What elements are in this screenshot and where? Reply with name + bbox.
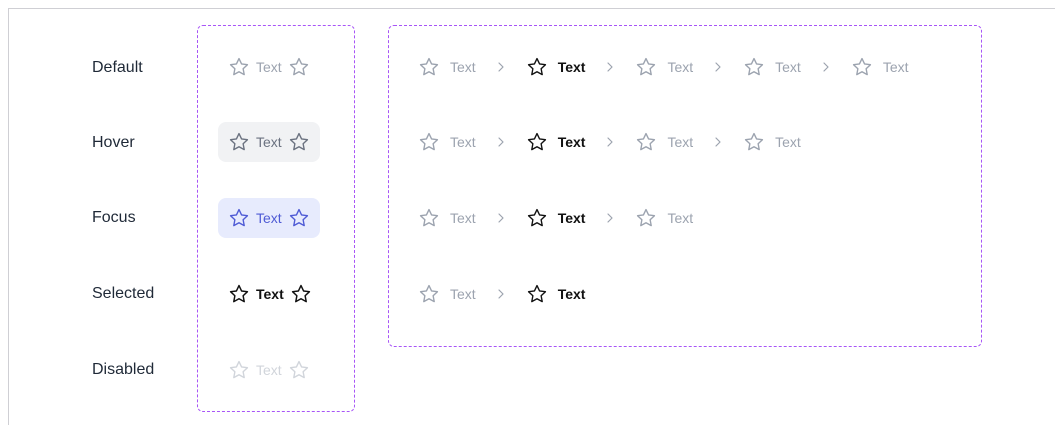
breadcrumb-trail-2: Text Text Text Text bbox=[418, 127, 801, 157]
star-icon bbox=[635, 207, 657, 229]
star-icon bbox=[743, 56, 765, 78]
star-icon bbox=[288, 56, 310, 78]
breadcrumb-item-label: Text bbox=[667, 134, 694, 150]
star-icon bbox=[635, 131, 657, 153]
star-icon bbox=[288, 207, 310, 229]
breadcrumb-trail-3: Text Text Text bbox=[418, 203, 693, 233]
star-icon bbox=[228, 283, 250, 305]
breadcrumb-item[interactable]: Text bbox=[418, 56, 476, 78]
star-icon bbox=[526, 56, 548, 78]
star-icon bbox=[526, 283, 548, 305]
chevron-right-icon bbox=[703, 61, 733, 73]
breadcrumb-item-label: Text bbox=[775, 134, 801, 150]
breadcrumb-item[interactable]: Text bbox=[635, 131, 693, 153]
star-icon bbox=[851, 56, 873, 78]
breadcrumb-item[interactable]: Text bbox=[743, 56, 801, 78]
breadcrumb-item[interactable]: Text bbox=[418, 207, 476, 229]
breadcrumb-trail-4: Text Text bbox=[418, 279, 585, 309]
state-label-focus: Focus bbox=[92, 209, 136, 226]
breadcrumb-item-hover[interactable]: Text bbox=[218, 122, 320, 162]
breadcrumb-item-focus[interactable]: Text bbox=[218, 198, 320, 238]
breadcrumb-item[interactable]: Text bbox=[635, 207, 693, 229]
state-label-selected: Selected bbox=[92, 285, 155, 302]
breadcrumb-item-label: Text bbox=[557, 286, 586, 302]
breadcrumb-item-label: Text bbox=[450, 210, 476, 226]
breadcrumb-item-disabled: Text bbox=[218, 350, 320, 390]
chevron-right-icon bbox=[486, 288, 516, 300]
star-icon bbox=[418, 283, 440, 305]
breadcrumb-item-label: Text bbox=[557, 59, 586, 75]
breadcrumb-item-current[interactable]: Text bbox=[526, 283, 586, 305]
star-icon bbox=[526, 207, 548, 229]
state-label-default: Default bbox=[92, 59, 143, 76]
breadcrumb-item[interactable]: Text bbox=[635, 56, 693, 78]
chevron-right-icon bbox=[595, 212, 625, 224]
chevron-right-icon bbox=[811, 61, 841, 73]
breadcrumb-item-label: Text bbox=[667, 210, 694, 226]
breadcrumb-item[interactable]: Text bbox=[418, 283, 476, 305]
state-label-hover: Hover bbox=[92, 134, 135, 151]
star-icon bbox=[290, 283, 312, 305]
star-icon bbox=[418, 207, 440, 229]
breadcrumb-item-label: Text bbox=[256, 59, 282, 75]
breadcrumb-item-label: Text bbox=[775, 59, 801, 75]
chevron-right-icon bbox=[486, 212, 516, 224]
star-icon bbox=[228, 207, 250, 229]
state-label-disabled: Disabled bbox=[92, 361, 155, 378]
breadcrumb-item-current[interactable]: Text bbox=[526, 131, 586, 153]
breadcrumb-item-label: Text bbox=[667, 59, 694, 75]
chevron-right-icon bbox=[486, 61, 516, 73]
star-icon bbox=[526, 131, 548, 153]
star-icon bbox=[743, 131, 765, 153]
star-icon bbox=[288, 359, 310, 381]
breadcrumb-item-selected[interactable]: Text bbox=[218, 274, 322, 314]
breadcrumb-item-label: Text bbox=[256, 362, 282, 378]
breadcrumb-item-label: Text bbox=[256, 286, 284, 302]
breadcrumb-item-label: Text bbox=[557, 210, 586, 226]
breadcrumb-item-label: Text bbox=[450, 286, 476, 302]
star-icon bbox=[418, 131, 440, 153]
star-icon bbox=[228, 131, 250, 153]
star-icon bbox=[418, 56, 440, 78]
chevron-right-icon bbox=[486, 136, 516, 148]
star-icon bbox=[228, 359, 250, 381]
chevron-right-icon bbox=[595, 136, 625, 148]
breadcrumb-item-default[interactable]: Text bbox=[218, 47, 320, 87]
breadcrumb-item-label: Text bbox=[256, 134, 282, 150]
breadcrumb-item-label: Text bbox=[882, 59, 909, 75]
breadcrumb-item-label: Text bbox=[557, 134, 586, 150]
breadcrumb-item-label: Text bbox=[450, 134, 476, 150]
star-icon bbox=[228, 56, 250, 78]
breadcrumb-item[interactable]: Text bbox=[743, 131, 801, 153]
breadcrumb-trail-1: Text Text Text Text Text bbox=[418, 52, 909, 82]
breadcrumb-item[interactable]: Text bbox=[418, 131, 476, 153]
breadcrumb-item-current[interactable]: Text bbox=[526, 56, 586, 78]
star-icon bbox=[635, 56, 657, 78]
breadcrumb-item-current[interactable]: Text bbox=[526, 207, 586, 229]
breadcrumb-item-label: Text bbox=[450, 59, 476, 75]
chevron-right-icon bbox=[703, 136, 733, 148]
chevron-right-icon bbox=[595, 61, 625, 73]
breadcrumb-item-label: Text bbox=[256, 210, 282, 226]
star-icon bbox=[288, 131, 310, 153]
breadcrumb-item[interactable]: Text bbox=[851, 56, 909, 78]
